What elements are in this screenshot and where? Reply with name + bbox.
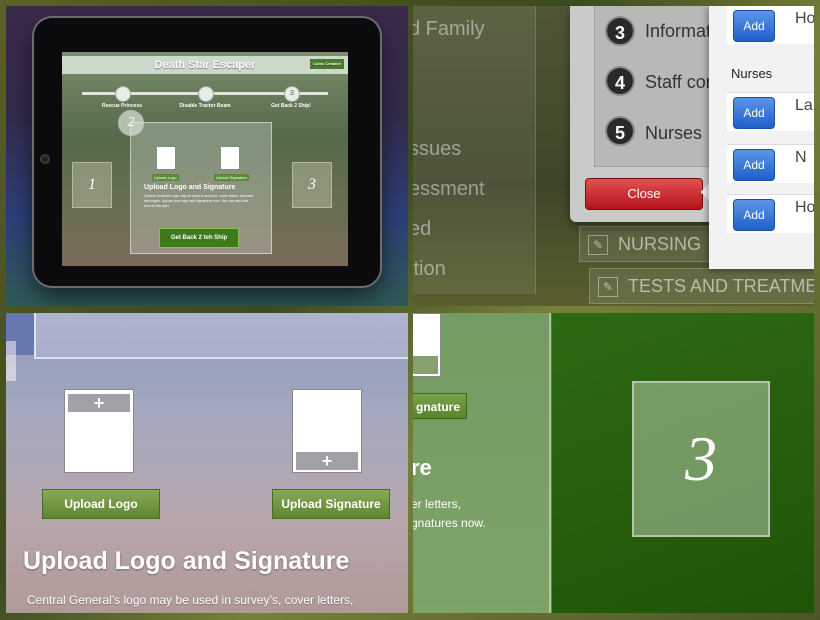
upload-logo-button[interactable]: Upload Logo: [42, 489, 160, 519]
home-button[interactable]: [40, 154, 50, 164]
upload-signature-button[interactable]: Upload Signature: [214, 174, 249, 181]
menu-item[interactable]: ed: [413, 218, 431, 241]
upload-description: Central General's logo may be used in su…: [144, 194, 254, 208]
upload-zoom-panel: + + Upload Logo Upload Signature Upload …: [6, 313, 408, 613]
close-button[interactable]: Close: [585, 178, 703, 210]
upload-logo-button[interactable]: Upload Logo: [152, 174, 179, 181]
ipad-screen: Death Star Escaper Cubic Creative 3 Resc…: [62, 52, 348, 266]
step-label: Get Back 2 Ship!: [271, 103, 311, 109]
list-item: Add Ho: [727, 6, 814, 44]
current-step-badge: 2: [118, 110, 144, 136]
item-number: 4: [605, 66, 635, 96]
step-dot-1[interactable]: [115, 86, 131, 102]
tab-tests[interactable]: ✎ TESTS AND TREATME: [589, 268, 814, 304]
app-title: Death Star Escaper: [154, 59, 256, 71]
step-label: Rescue Princess: [101, 103, 143, 109]
menu-item[interactable]: essment: [413, 178, 485, 201]
add-button[interactable]: Add: [733, 97, 775, 129]
item-label[interactable]: Nurses: [645, 123, 702, 144]
app-title-bar: Death Star Escaper Cubic Creative: [62, 56, 348, 74]
add-button[interactable]: Add: [733, 149, 775, 181]
plus-icon: +: [68, 394, 130, 412]
step-label: Disable Tractor Beam: [179, 103, 231, 109]
list-item: Add Ho: [727, 194, 814, 233]
step-card-right[interactable]: 3: [292, 162, 332, 208]
tab-label: NURSING: [618, 234, 702, 254]
add-button[interactable]: Add: [733, 10, 775, 42]
logo-placeholder[interactable]: +: [64, 389, 134, 473]
description-line: gnatures now.: [413, 516, 486, 530]
menu-item[interactable]: ssues: [413, 138, 461, 161]
item-number: 5: [605, 116, 635, 146]
upload-description: Central General’s logo may be used in su…: [27, 593, 354, 607]
item-number: 3: [605, 16, 635, 46]
ipad-frame: Death Star Escaper Cubic Creative 3 Resc…: [34, 18, 380, 286]
upload-signature-button[interactable]: Upload Signature: [272, 489, 390, 519]
step-card-3[interactable]: 3: [632, 381, 770, 537]
list-item: Add N: [727, 144, 814, 183]
person-name: Ho: [795, 10, 814, 27]
upload-heading: re: [413, 455, 432, 480]
pencil-icon: ✎: [588, 235, 608, 256]
pencil-icon: ✎: [598, 277, 618, 298]
upload-signature-button[interactable]: gnature: [413, 393, 467, 419]
step-dot-2[interactable]: [198, 86, 214, 102]
get-back-button[interactable]: Get Back 2 teh Ship: [159, 228, 239, 248]
item-label[interactable]: Informati: [645, 21, 715, 42]
step3-zoom-panel: gnature re er letters, gnatures now. 3: [413, 313, 814, 613]
add-button[interactable]: Add: [733, 199, 775, 231]
step-dot-3[interactable]: 3: [284, 86, 300, 102]
numbered-list: 3 Informati 4 Staff con 5 Nurses: [594, 6, 720, 167]
upload-bar: [413, 356, 438, 374]
upload-heading: Upload Logo and Signature: [144, 184, 236, 191]
upload-card-fragment: gnature re er letters, gnatures now.: [413, 313, 551, 613]
upload-heading: Upload Logo and Signature: [23, 547, 350, 575]
side-edge: [6, 341, 16, 381]
background-area: 3: [552, 313, 814, 613]
section-header: Nurses: [731, 66, 773, 81]
step-card-left[interactable]: 1: [72, 162, 112, 208]
tab-label: TESTS AND TREATME: [628, 276, 814, 296]
signature-placeholder[interactable]: [413, 313, 441, 377]
menu-item[interactable]: ition: [413, 258, 446, 281]
logo-placeholder[interactable]: [156, 146, 176, 170]
signature-placeholder[interactable]: +: [292, 389, 362, 473]
menu-item[interactable]: d Family: [413, 18, 485, 41]
plus-icon: +: [296, 452, 358, 470]
content-card-edge: [34, 313, 408, 359]
title-bar-button[interactable]: Cubic Creative: [309, 59, 344, 69]
dialog-panel: d Family ssues essment ed ition ✎ NURSING…: [413, 6, 814, 306]
ipad-panel: Death Star Escaper Cubic Creative 3 Resc…: [6, 6, 408, 306]
description-line: er letters,: [413, 497, 462, 511]
person-name: Ho: [795, 199, 814, 216]
add-popover: Add Ho Nurses Add La Add N Add Ho: [709, 6, 814, 269]
person-name: La: [795, 97, 813, 114]
signature-placeholder[interactable]: [220, 146, 240, 170]
person-name: N: [795, 149, 807, 166]
item-label[interactable]: Staff con: [645, 72, 716, 93]
background-menu: d Family ssues essment ed ition: [413, 6, 536, 294]
list-item: Add La: [727, 92, 814, 131]
